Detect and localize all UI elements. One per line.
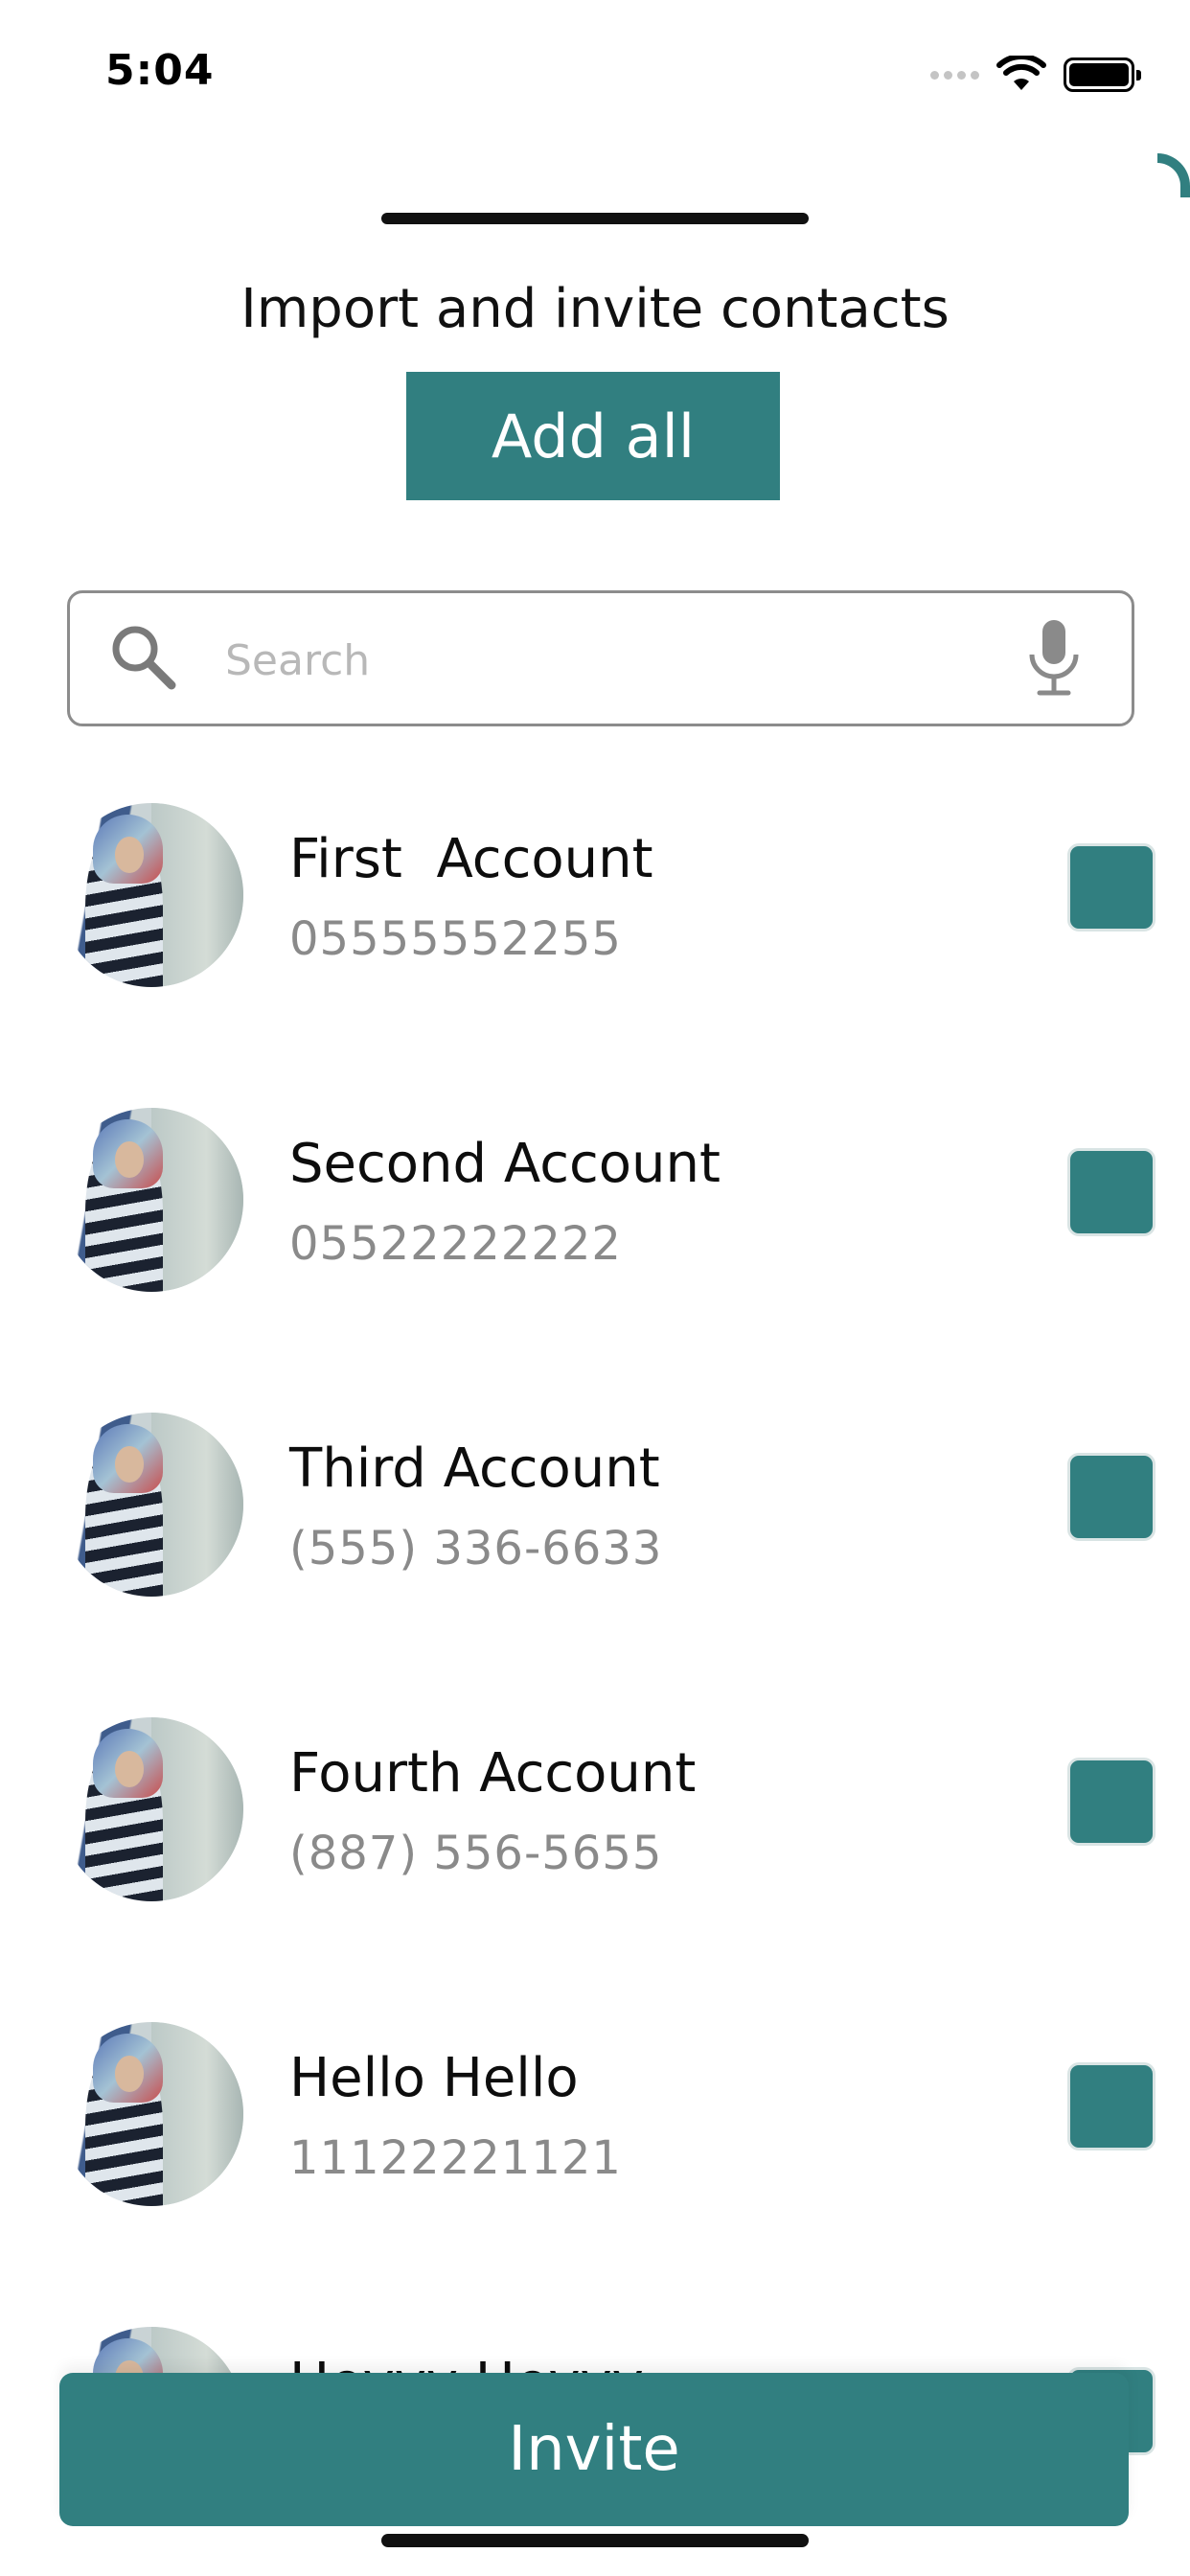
avatar [59, 1717, 243, 1901]
contact-checkbox[interactable] [1067, 1453, 1156, 1541]
contact-row[interactable]: Hello Hello 11122221121 [0, 2009, 1190, 2220]
contact-checkbox[interactable] [1067, 843, 1156, 932]
status-time: 5:04 [105, 46, 215, 95]
contact-name: First Account [289, 828, 653, 890]
battery-icon [1064, 58, 1141, 92]
avatar [59, 803, 243, 987]
wifi-icon [996, 56, 1046, 90]
page-title: Import and invite contacts [240, 278, 950, 340]
contacts-import-screen: 5:04 Import and invite contacts Add all [0, 0, 1190, 2576]
contact-row[interactable]: Second Account 05522222222 [0, 1094, 1190, 1305]
contact-phone: (887) 556-5655 [289, 1827, 663, 1880]
add-all-button[interactable]: Add all [406, 372, 780, 500]
contact-row[interactable]: Third Account (555) 336-6633 [0, 1399, 1190, 1610]
contact-phone: (555) 336-6633 [289, 1522, 663, 1576]
contact-row[interactable]: First Account 05555552255 [0, 790, 1190, 1000]
search-input[interactable] [225, 628, 1011, 693]
search-bar[interactable] [67, 590, 1134, 726]
contact-checkbox[interactable] [1067, 1758, 1156, 1846]
contact-checkbox[interactable] [1067, 1148, 1156, 1236]
contact-row[interactable]: Fourth Account (887) 556-5655 [0, 1704, 1190, 1915]
contact-phone: 11122221121 [289, 2131, 622, 2185]
contact-phone: 05555552255 [289, 912, 622, 966]
contact-checkbox[interactable] [1067, 2062, 1156, 2150]
search-icon [112, 626, 176, 690]
status-indicators [930, 56, 1141, 94]
contact-name: Second Account [289, 1133, 721, 1195]
microphone-icon[interactable] [1024, 616, 1084, 702]
contact-name: Fourth Account [289, 1742, 697, 1805]
avatar [59, 1108, 243, 1292]
avatar [59, 2022, 243, 2206]
sheet-grabber[interactable] [381, 213, 809, 224]
sheet-corner-accent [1157, 153, 1190, 197]
invite-button[interactable]: Invite [59, 2373, 1129, 2526]
home-indicator [381, 2534, 809, 2547]
avatar [59, 1413, 243, 1597]
contact-name: Hello Hello [289, 2047, 579, 2109]
cellular-signal-icon [930, 70, 979, 80]
contact-name: Third Account [289, 1438, 660, 1500]
contact-phone: 05522222222 [289, 1217, 622, 1271]
